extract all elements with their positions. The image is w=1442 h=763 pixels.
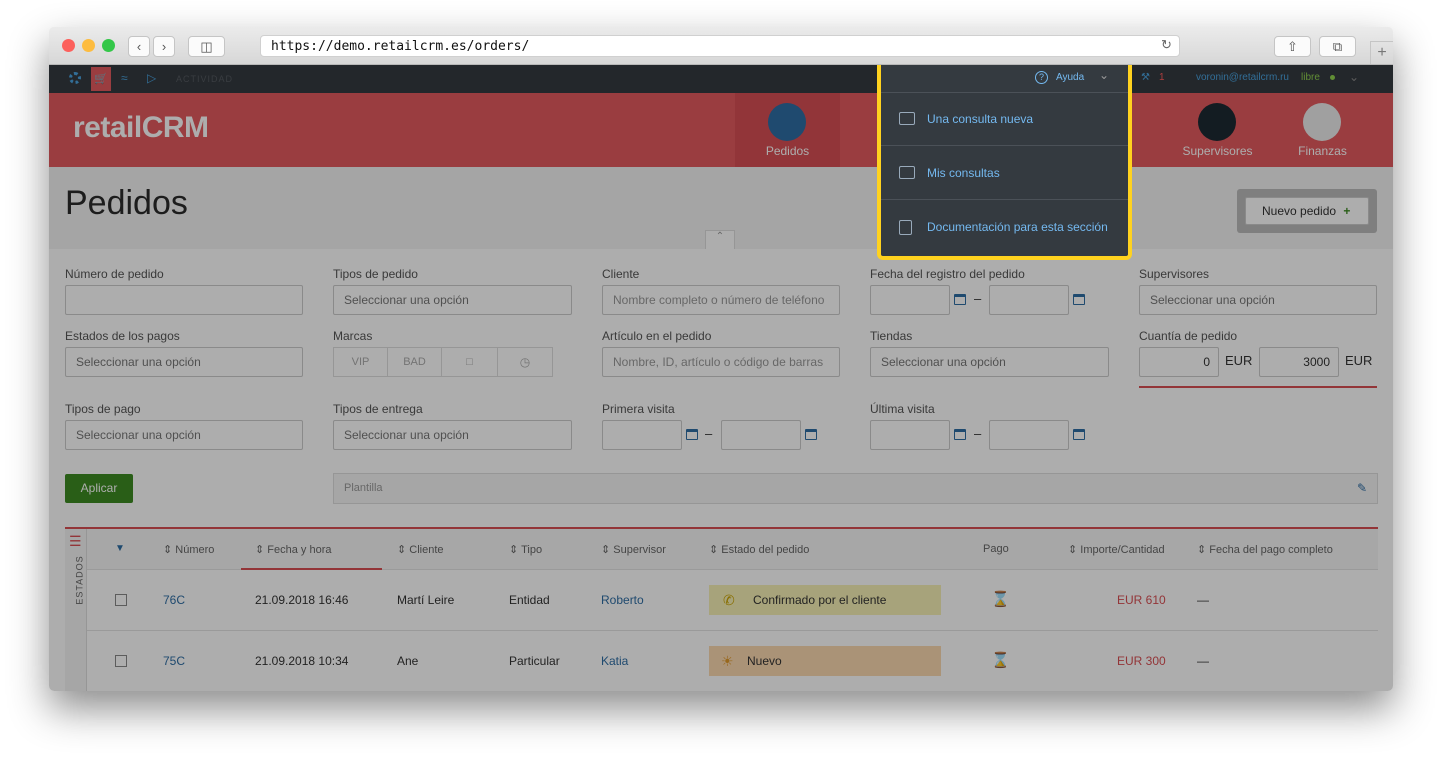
help-item-new-query[interactable]: Una consulta nueva (881, 93, 1128, 146)
help-item-documentation[interactable]: Documentación para esta sección (881, 201, 1128, 254)
help-item-label: Mis consultas (927, 166, 1000, 180)
help-question-icon: ? (1035, 71, 1048, 84)
help-dropdown: ? Ayuda ⌄ Una consulta nueva Mis consult… (877, 65, 1132, 260)
close-window-button[interactable] (62, 39, 75, 52)
reload-icon[interactable]: ↻ (1161, 37, 1172, 53)
envelope-icon (899, 166, 915, 179)
document-icon (899, 220, 912, 235)
help-item-label: Una consulta nueva (927, 112, 1034, 126)
browser-toolbar: ‹ › ◫ https://demo.retailcrm.es/orders/ … (49, 27, 1393, 65)
chevron-down-icon: ⌄ (1099, 68, 1110, 82)
new-tab-icon[interactable]: + (1370, 41, 1393, 64)
share-icon[interactable]: ⇧ (1274, 36, 1311, 57)
back-icon[interactable]: ‹ (128, 36, 150, 57)
forward-icon[interactable]: › (153, 36, 175, 57)
sidebar-toggle-icon[interactable]: ◫ (188, 36, 225, 57)
browser-window: ‹ › ◫ https://demo.retailcrm.es/orders/ … (49, 27, 1393, 691)
tabs-overview-icon[interactable]: ⧉ (1319, 36, 1356, 57)
help-item-my-queries[interactable]: Mis consultas (881, 147, 1128, 200)
help-menu-trigger[interactable]: ? Ayuda ⌄ (881, 65, 1128, 93)
new-message-icon (899, 112, 915, 125)
page-content: 🛒 ≈ ▷ ACTIVIDAD ⚒ 1 voronin@retailcrm.ru… (49, 65, 1393, 691)
modal-overlay[interactable] (49, 65, 1393, 691)
help-label: Ayuda (1056, 72, 1085, 83)
help-item-label: Documentación para esta sección (927, 220, 1108, 234)
zoom-window-button[interactable] (102, 39, 115, 52)
address-bar[interactable]: https://demo.retailcrm.es/orders/ (260, 35, 1180, 57)
minimize-window-button[interactable] (82, 39, 95, 52)
